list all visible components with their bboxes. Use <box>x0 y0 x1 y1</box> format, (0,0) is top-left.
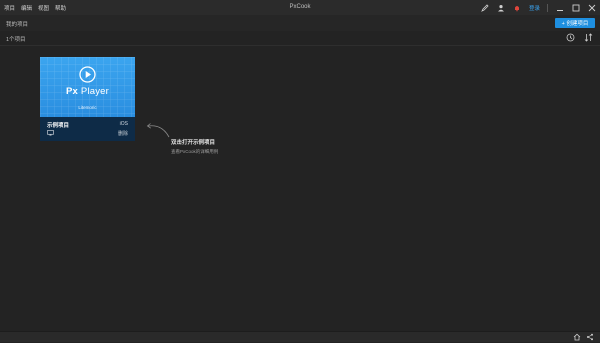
create-project-button[interactable]: + 创建项目 <box>555 18 595 28</box>
hint-title: 双击打开示例项目 <box>171 140 216 146</box>
brand-px: Px <box>66 86 79 97</box>
maximize-icon[interactable] <box>571 3 580 12</box>
project-card[interactable]: Px Player Litemoric 示例项目 iOS 删除 <box>40 57 135 141</box>
user-icon[interactable] <box>497 3 506 12</box>
brand-name: Player <box>78 86 109 97</box>
project-name: 示例项目 <box>47 123 70 129</box>
project-brand: Px Player <box>40 86 135 97</box>
menu-bar: 项目 编辑 视图 帮助 <box>4 4 66 12</box>
title-actions: 登录 <box>481 2 596 13</box>
clock-icon[interactable] <box>566 33 575 42</box>
menu-item-view[interactable]: 视图 <box>38 4 49 12</box>
share-icon[interactable] <box>586 333 594 341</box>
create-project-label: + 创建项目 <box>561 21 589 27</box>
sort-icon[interactable] <box>584 33 593 42</box>
brand-subtitle: Litemoric <box>78 105 97 110</box>
play-icon <box>79 66 96 83</box>
monitor-icon <box>47 130 54 136</box>
view-tools <box>566 33 593 42</box>
breadcrumb[interactable]: 我的项目 <box>6 20 28 28</box>
hint-arrow-icon <box>146 123 170 138</box>
login-link[interactable]: 登录 <box>529 4 540 12</box>
status-actions <box>573 333 594 341</box>
menu-item-project[interactable]: 项目 <box>4 4 15 12</box>
project-platform: iOS <box>119 121 128 127</box>
project-thumbnail[interactable]: Px Player Litemoric <box>40 57 135 117</box>
project-count-bar: 1个项目 <box>0 31 600 46</box>
status-bar <box>0 331 600 342</box>
breadcrumb-bar: 我的项目 + 创建项目 <box>0 15 600 31</box>
minimize-icon[interactable] <box>555 3 564 12</box>
close-icon[interactable] <box>587 3 596 12</box>
pen-icon[interactable] <box>481 3 490 12</box>
title-bar: 项目 编辑 视图 帮助 PxCook 登录 <box>0 0 600 16</box>
delete-project-button[interactable]: 删除 <box>118 130 128 137</box>
bell-icon[interactable] <box>513 3 522 12</box>
divider <box>547 3 548 12</box>
project-card-info: 示例项目 iOS 删除 <box>40 117 135 141</box>
home-icon[interactable] <box>573 333 581 341</box>
hint-subtitle: 查看PxCook的详细用例 <box>171 149 219 154</box>
menu-item-edit[interactable]: 编辑 <box>21 4 32 12</box>
menu-item-help[interactable]: 帮助 <box>55 4 66 12</box>
project-count: 1个项目 <box>6 37 26 43</box>
